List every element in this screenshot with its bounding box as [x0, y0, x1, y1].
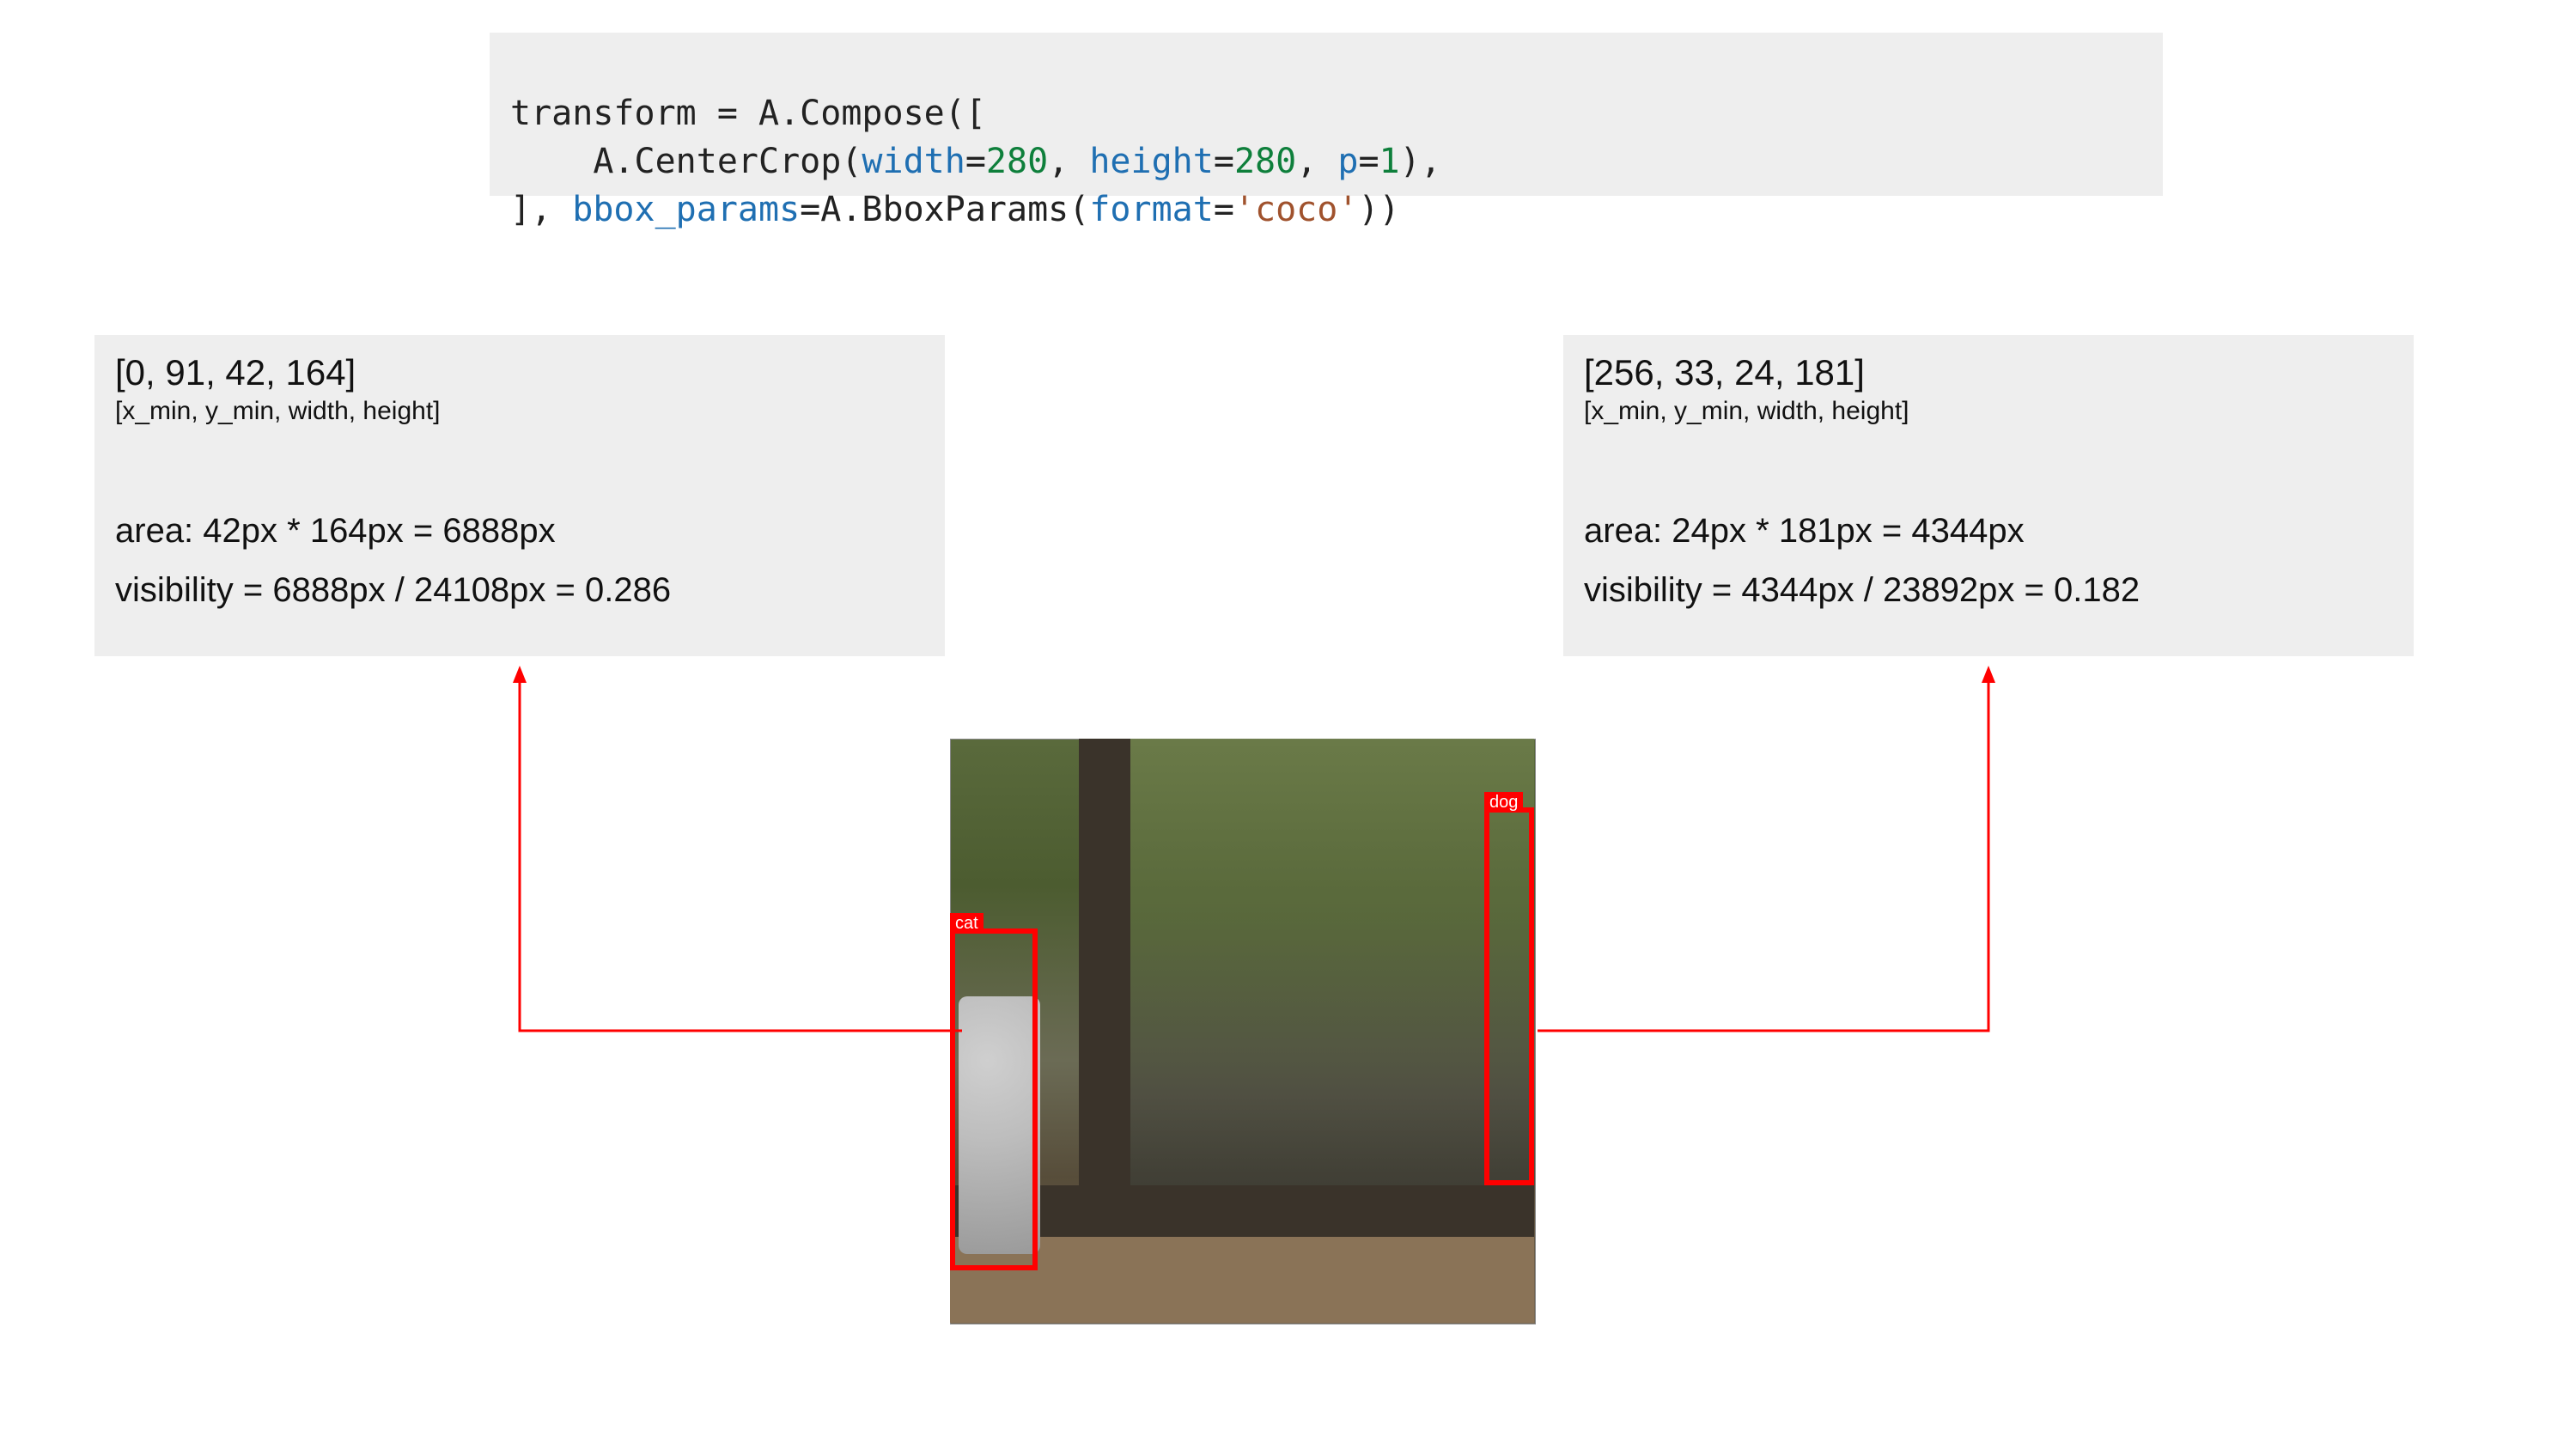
- arrow-right: [0, 0, 2576, 1449]
- page-root: transform = A.Compose([ A.CenterCrop(wid…: [0, 0, 2576, 1449]
